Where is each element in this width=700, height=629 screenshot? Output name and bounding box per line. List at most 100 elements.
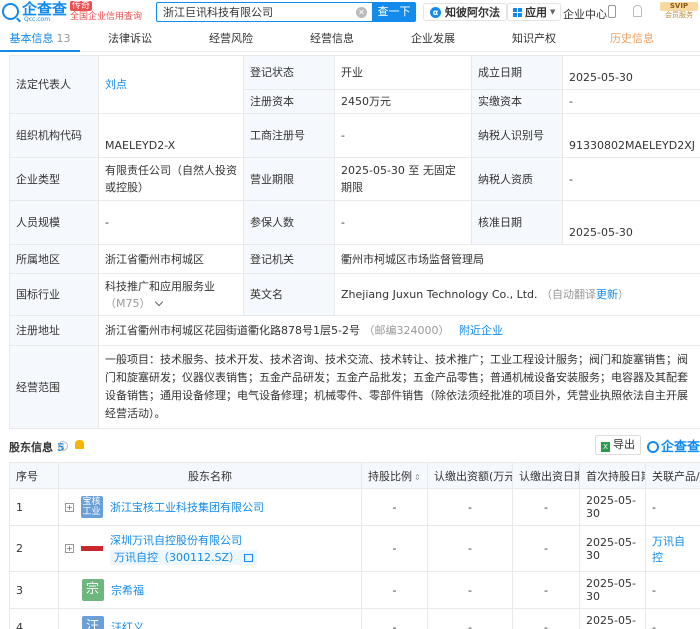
info-icon[interactable]: ? bbox=[58, 441, 68, 451]
biz-reg-no-value: - bbox=[334, 113, 472, 158]
person-avatar: 汪 bbox=[81, 616, 104, 629]
export-button[interactable]: X 导出 bbox=[595, 435, 641, 455]
col-amount[interactable]: 认缴出资额(万元)⇕ bbox=[427, 462, 513, 489]
apps-menu[interactable]: 应用 ▼ bbox=[507, 3, 562, 21]
excel-icon: X bbox=[601, 442, 610, 452]
tab-legal[interactable]: 法律诉讼 bbox=[80, 28, 180, 52]
chevron-down-icon[interactable] bbox=[154, 297, 163, 306]
date-value: - bbox=[512, 525, 580, 572]
update-link[interactable]: 更新 bbox=[596, 288, 618, 301]
org-code-value: MAELEYD2-X bbox=[98, 113, 244, 158]
amount-value: - bbox=[427, 608, 513, 629]
taxpayer-qual-label: 纳税人资质 bbox=[471, 157, 563, 201]
bell-alert-icon[interactable] bbox=[75, 440, 84, 449]
product-link[interactable]: 万讯自控 bbox=[652, 535, 685, 564]
know-alpha-icon: α bbox=[430, 6, 441, 18]
legal-rep-cell: 刘点 bbox=[98, 55, 244, 114]
qcc-brand: 企查查 bbox=[647, 436, 700, 455]
sort-icon[interactable]: ⇕ bbox=[414, 473, 421, 482]
expand-icon[interactable]: + bbox=[65, 544, 74, 553]
row-no: 2 bbox=[9, 525, 59, 572]
stock-chart-icon bbox=[244, 554, 254, 562]
logo-url: Qcc.com bbox=[24, 16, 51, 23]
address-value: 浙江省衢州市柯城区花园街道衢化路878号1层5-2号 bbox=[105, 324, 360, 337]
clear-icon[interactable]: ✕ bbox=[356, 7, 367, 18]
tab-basic-info[interactable]: 基本信息 13 bbox=[0, 28, 80, 52]
ratio-value: - bbox=[361, 525, 428, 572]
col-first[interactable]: 首次持股日期⇕ bbox=[579, 462, 646, 489]
en-name-value: Zhejiang Juxun Technology Co., Ltd. bbox=[341, 288, 538, 301]
col-no: 序号 bbox=[9, 462, 59, 489]
know-alpha-button[interactable]: α 知彼阿尔法 bbox=[423, 3, 507, 21]
col-product: 关联产品/机构 bbox=[645, 462, 700, 489]
tab-operation[interactable]: 经营信息 bbox=[282, 28, 382, 52]
person-avatar: 宗 bbox=[81, 579, 104, 601]
en-name-cell: Zhejiang Juxun Technology Co., Ltd. （自动翻… bbox=[334, 273, 700, 316]
svip-badge[interactable]: SVIP 会员服务 bbox=[660, 2, 698, 22]
approve-date-label: 核准日期 bbox=[471, 200, 563, 245]
shareholder-link[interactable]: 深圳万讯自控股份有限公司 bbox=[110, 534, 242, 547]
logo-q-icon bbox=[2, 3, 19, 20]
tab-risk[interactable]: 经营风险 bbox=[180, 28, 282, 52]
date-value: - bbox=[512, 488, 580, 526]
apps-grid-icon bbox=[513, 7, 522, 17]
region-label: 所属地区 bbox=[9, 244, 99, 274]
col-ratio[interactable]: 持股比例 ⇕ bbox=[361, 462, 428, 489]
phone-icon[interactable] bbox=[608, 5, 616, 18]
date-value: - bbox=[512, 608, 580, 629]
search-box[interactable]: ✕ bbox=[156, 2, 372, 22]
auto-translate-note: （自动翻译 bbox=[541, 288, 596, 301]
staff-size-label: 人员规模 bbox=[9, 200, 99, 245]
know-alpha-label: 知彼阿尔法 bbox=[445, 6, 500, 19]
scope-value: 一般项目：技术服务、技术开发、技术咨询、技术交流、技术转让、技术推广；工业工程设… bbox=[98, 345, 700, 429]
logo-name: 企查查 bbox=[22, 0, 68, 18]
expand-icon[interactable]: + bbox=[65, 502, 74, 512]
reg-capital-value: 2450万元 bbox=[334, 89, 472, 114]
scope-label: 经营范围 bbox=[9, 345, 99, 429]
search-button[interactable]: 查一下 bbox=[372, 2, 416, 22]
shareholder-cell: + 宝核工业 浙江宝核工业科技集团有限公司 bbox=[58, 488, 362, 526]
legal-rep-link[interactable]: 刘点 bbox=[105, 78, 127, 91]
tab-development[interactable]: 企业发展 bbox=[382, 28, 484, 52]
logo-tag-subtitle: 全国企业信用查询 bbox=[70, 12, 143, 22]
shareholders-title: 股东信息 5 bbox=[9, 441, 65, 454]
found-date-value: 2025-05-30 bbox=[562, 55, 700, 90]
en-name-label: 英文名 bbox=[243, 273, 335, 316]
shareholders-table: 序号 股东名称 持股比例⇕ 认缴出资额(万元)⇕ 认缴出资日期⇕ 首次持股日期⇕… bbox=[9, 462, 700, 629]
tab-history[interactable]: 历史信息 bbox=[584, 28, 680, 52]
stock-tag[interactable]: 万讯自控（300112.SZ） bbox=[110, 550, 258, 565]
row-no: 1 bbox=[9, 488, 59, 526]
nearby-companies-link[interactable]: 附近企业 bbox=[459, 324, 503, 337]
address-label: 注册地址 bbox=[9, 315, 99, 346]
shareholder-link[interactable]: 汪红义 bbox=[111, 621, 144, 629]
taxpayer-id-value: 91330802MAELEYD2XJ bbox=[562, 113, 700, 158]
logo-tag: 传奇 全国企业信用查询 bbox=[70, 1, 142, 22]
approve-date-value: 2025-05-30 bbox=[562, 200, 700, 245]
col-date[interactable]: 认缴出资日期⇕ bbox=[512, 462, 580, 489]
legal-rep-label: 法定代表人 bbox=[9, 55, 99, 114]
enterprise-center-link[interactable]: 企业中心 bbox=[563, 6, 607, 22]
first-date-value: 2025-05-30 bbox=[579, 608, 646, 629]
reg-authority-value: 衢州市柯城区市场监督管理局 bbox=[334, 244, 700, 274]
qcc-logo[interactable]: 企查查 Qcc.com 传奇 全国企业信用查询 bbox=[2, 1, 144, 23]
insured-label: 参保人数 bbox=[243, 200, 335, 245]
shareholder-cell: 汪 汪红义 bbox=[58, 608, 362, 629]
ratio-value: - bbox=[361, 608, 428, 629]
bell-icon[interactable] bbox=[633, 5, 642, 17]
amount-value: - bbox=[427, 571, 513, 609]
product-value: - bbox=[645, 571, 700, 609]
tab-ip[interactable]: 知识产权 bbox=[484, 28, 584, 52]
search-input[interactable] bbox=[163, 5, 353, 19]
reg-status-value: 开业 bbox=[334, 55, 472, 90]
top-bar: 企查查 Qcc.com 传奇 全国企业信用查询 ✕ 查一下 α 知彼阿尔法 应用… bbox=[0, 0, 700, 25]
biz-reg-no-label: 工商注册号 bbox=[243, 113, 335, 158]
table-row: 3 宗 宗希福 - - - 2025-05-30 - bbox=[9, 571, 700, 609]
org-code-label: 组织机构代码 bbox=[9, 113, 99, 158]
shareholder-link[interactable]: 宗希福 bbox=[111, 584, 144, 597]
industry-name: 科技推广和应用服务业 bbox=[105, 279, 215, 293]
shareholder-link[interactable]: 浙江宝核工业科技集团有限公司 bbox=[110, 501, 264, 514]
caret-down-icon: ▼ bbox=[550, 8, 556, 16]
address-cell: 浙江省衢州市柯城区花园街道衢化路878号1层5-2号 （邮编324000） 附近… bbox=[98, 315, 700, 346]
paid-capital-value: - bbox=[562, 89, 700, 114]
industry-label: 国标行业 bbox=[9, 273, 99, 316]
